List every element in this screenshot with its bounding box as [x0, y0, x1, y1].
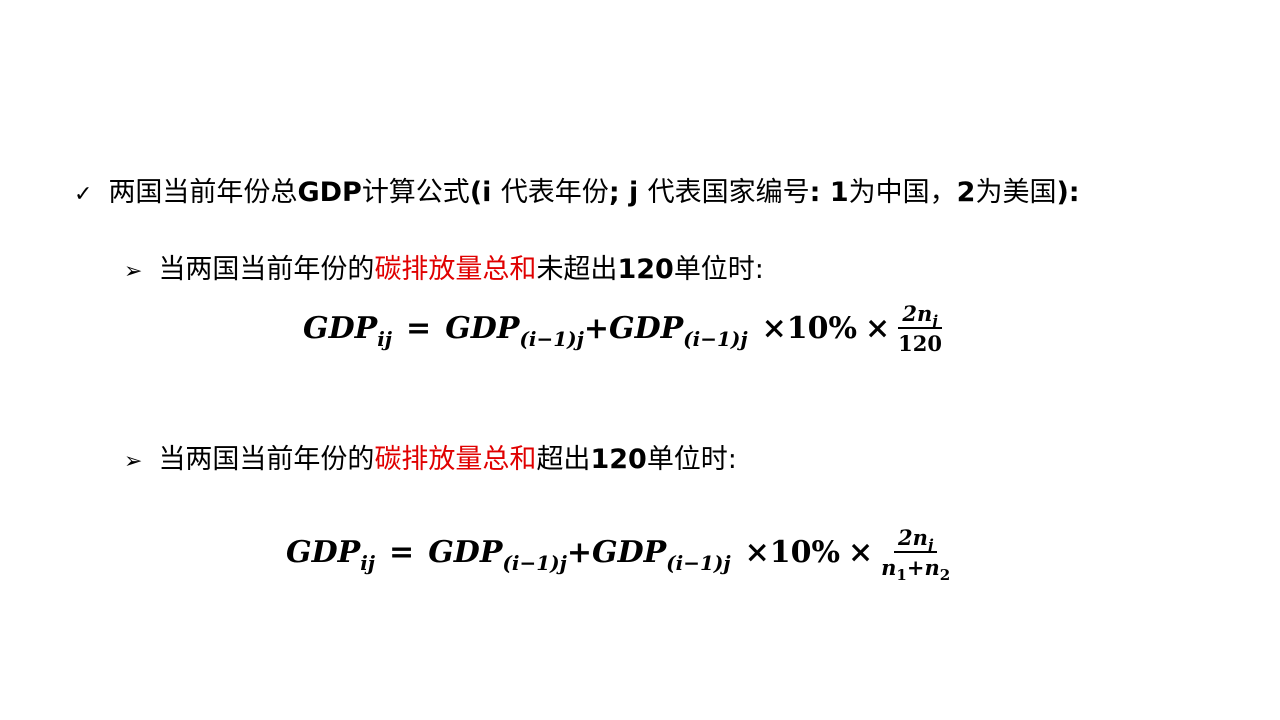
f2-den-b: n — [924, 555, 940, 580]
f1-num-text: 2n — [902, 301, 933, 326]
main-text-gdp: GDP — [297, 177, 362, 208]
f1-plus: + — [583, 310, 609, 346]
f1-term1-sub: (i−1)j — [519, 326, 584, 351]
main-text-6: 代表国家编号 — [647, 177, 810, 208]
main-text-5: ; j — [608, 177, 648, 208]
f1-num-sub: j — [932, 312, 938, 330]
f1-denominator: 120 — [898, 331, 942, 356]
formula-1: GDP ij = GDP (i−1)j + GDP (i−1)j ×10% × 2nj… — [303, 303, 942, 354]
main-text-4: 代表年份 — [500, 177, 609, 208]
main-text-8: 为中国， — [848, 177, 957, 208]
f1-times-percent: ×10% — [761, 310, 857, 346]
f1-fraction: 2nj 120 — [898, 303, 942, 354]
main-text-10: 为美国 — [975, 177, 1057, 208]
f2-lhs: GDP — [286, 534, 361, 570]
main-text-9: 2 — [956, 177, 976, 208]
main-bullet: ✓ 两国当前年份总GDP计算公式(i 代表年份; j 代表国家编号: 1为中国，2… — [74, 179, 1080, 206]
f1-term2: GDP — [608, 310, 684, 346]
formula-2: GDP ij = GDP (i−1)j + GDP (i−1)j ×10% × 2nj… — [286, 525, 950, 583]
f1-numerator: 2nj — [898, 301, 942, 330]
cond1-number: 120 — [617, 254, 674, 285]
f2-times-percent: ×10% — [744, 534, 840, 570]
f2-lhs-sub: ij — [360, 550, 376, 575]
f2-numerator: 2nj — [894, 525, 938, 554]
f2-plus: + — [566, 534, 592, 570]
f2-den-plus: + — [906, 555, 925, 580]
f2-term2: GDP — [591, 534, 667, 570]
cond1-text-2: 未超出 — [536, 254, 618, 285]
condition-1-bullet: ➢ 当两国当前年份的碳排放量总和未超出120单位时: — [124, 256, 764, 283]
f1-eq: = — [406, 310, 432, 346]
cond2-text-2: 超出 — [536, 444, 591, 475]
cond2-number: 120 — [590, 444, 647, 475]
f1-lhs-sub: ij — [377, 326, 393, 351]
f2-num-text: 2n — [898, 525, 928, 550]
f2-denominator: n1+n2 — [881, 553, 950, 583]
main-text-11: ): — [1056, 177, 1080, 208]
f2-den-a: n — [881, 555, 897, 580]
cond1-highlight: 碳排放量总和 — [374, 254, 537, 285]
slide: ✓ 两国当前年份总GDP计算公式(i 代表年份; j 代表国家编号: 1为中国，2… — [0, 0, 1280, 720]
cond1-text-1: 当两国当前年份的 — [158, 254, 375, 285]
f1-term2-sub: (i−1)j — [683, 326, 748, 351]
f1-lhs: GDP — [303, 310, 378, 346]
f2-den-a-sub: 1 — [896, 566, 907, 584]
condition-2-bullet: ➢ 当两国当前年份的碳排放量总和超出120单位时: — [124, 446, 737, 473]
f2-num-sub: j — [927, 536, 934, 554]
arrow-bullet-icon: ➢ — [124, 259, 143, 284]
main-text-3: (i — [469, 177, 501, 208]
f2-term2-sub: (i−1)j — [666, 550, 731, 575]
cond2-highlight: 碳排放量总和 — [374, 444, 537, 475]
main-text-1: 两国当前年份总 — [108, 177, 298, 208]
f2-fraction: 2nj n1+n2 — [881, 525, 950, 583]
cond1-text-3: 单位时: — [673, 254, 764, 285]
checkmark-icon: ✓ — [74, 182, 93, 207]
arrow-bullet-icon: ➢ — [124, 449, 143, 474]
f2-eq: = — [389, 534, 415, 570]
f2-term1-sub: (i−1)j — [502, 550, 567, 575]
main-text-2: 计算公式 — [361, 177, 470, 208]
f2-term1: GDP — [428, 534, 503, 570]
f1-term1: GDP — [445, 310, 520, 346]
cond2-text-1: 当两国当前年份的 — [158, 444, 375, 475]
cond2-text-3: 单位时: — [646, 444, 737, 475]
f2-den-b-sub: 2 — [939, 566, 951, 584]
f2-times: × — [848, 534, 874, 570]
f1-times: × — [865, 310, 891, 346]
main-text-7: : 1 — [809, 177, 849, 208]
